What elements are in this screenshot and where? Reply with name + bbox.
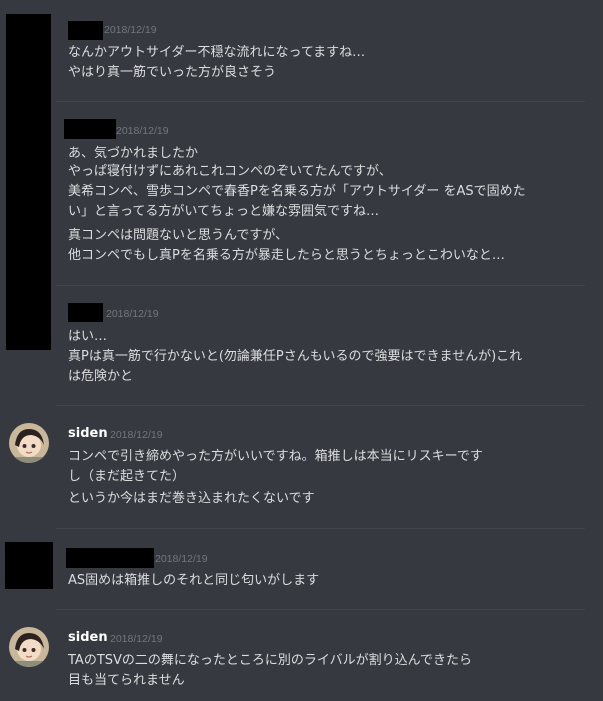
redacted-avatar [5, 542, 53, 589]
message-text: あ、気づかれましたか [68, 146, 199, 161]
message-text: 美希コンペ、雪歩コンペで春香Pを名乗る方が「アウトサイダー をASで固めた [68, 184, 526, 199]
message-divider [56, 528, 585, 529]
redacted-username [68, 303, 103, 322]
message-text: はい… [68, 329, 108, 344]
message-text: やっぱ寝付けずにあれこれコンペのぞいてたんですが、 [68, 164, 392, 179]
message-text: 目も当てられません [68, 673, 185, 688]
message-text: い」と言ってる方がいてちょっと嫌な雰囲気ですね… [68, 204, 379, 219]
message-timestamp: 2018/12/19 [155, 553, 208, 565]
avatar-image [9, 627, 49, 667]
message-text: 真Pは真一筋で行かないと(勿論兼任Pさんもいるので強要はできませんが)これ [68, 349, 523, 364]
message-text: は危険かと [68, 369, 134, 384]
message-text: AS固めは箱推しのそれと同じ匂いがします [68, 573, 320, 588]
message-text: し（まだ起きてた） [68, 469, 186, 484]
message-timestamp: 2018/12/19 [106, 308, 159, 320]
username[interactable]: siden [68, 630, 108, 645]
message-text: やはり真一筋でいった方が良さそう [68, 65, 277, 80]
message-text: なんかアウトサイダー不穏な流れになってますね… [68, 45, 366, 60]
username[interactable]: siden [68, 426, 108, 441]
redacted-avatar [6, 14, 51, 350]
message-text: というか今はまだ巻き込まれたくないです [68, 491, 315, 506]
avatar-image [9, 423, 49, 463]
redacted-username [64, 119, 116, 139]
message-timestamp: 2018/12/19 [116, 125, 169, 137]
message-divider [56, 609, 585, 610]
message-text: 真コンペは問題ないと思うんですが、 [68, 228, 289, 243]
avatar[interactable] [9, 627, 49, 667]
message-text: コンペで引き締めやった方がいいですね。箱推しは本当にリスキーです [68, 449, 483, 464]
message-divider [56, 285, 585, 286]
avatar[interactable] [9, 423, 49, 463]
redacted-username [68, 21, 103, 40]
message-divider [56, 101, 585, 102]
message-timestamp: 2018/12/19 [104, 24, 157, 36]
redacted-username [66, 548, 154, 568]
message-text: TAのTSVの二の舞になったところに別のライバルが割り込んできたら [68, 653, 473, 668]
message-divider [56, 405, 585, 406]
message-timestamp: 2018/12/19 [110, 429, 163, 441]
message-text: 他コンペでもし真Pを名乗る方が暴走したらと思うとちょっとこわいなと… [68, 248, 505, 263]
message-timestamp: 2018/12/19 [110, 633, 163, 645]
